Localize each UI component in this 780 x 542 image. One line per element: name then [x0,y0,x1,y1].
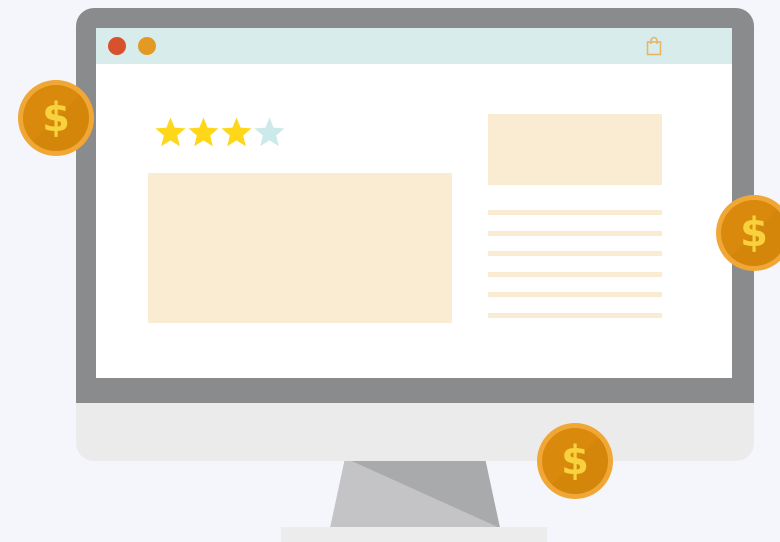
star-rating [154,116,286,152]
star-filled-icon [155,117,186,147]
product-image-placeholder [148,173,452,323]
star-filled-icon [188,117,219,147]
star-empty-icon [254,117,285,147]
shopping-bag-icon[interactable] [646,36,662,56]
browser-window [96,28,732,378]
coin-symbol: $ [740,210,768,256]
description-line [488,251,662,256]
description-line [488,292,662,297]
window-close-dot[interactable] [108,37,126,55]
browser-titlebar [96,28,732,64]
coin-symbol: $ [42,95,70,141]
monitor-chin [76,403,754,461]
description-line [488,230,662,236]
coin-symbol: $ [561,438,589,484]
window-minimize-dot[interactable] [138,37,156,55]
monitor-illustration: $ $ $ [0,0,780,542]
dollar-coin-icon: $ [537,423,613,499]
star-filled-icon [221,117,252,147]
monitor-stand-base [281,527,547,542]
description-line [488,312,662,318]
dollar-coin-icon: $ [716,195,780,271]
dollar-coin-icon: $ [18,80,94,156]
description-line [488,271,662,277]
description-line [488,210,662,215]
product-thumbnail-placeholder [488,114,662,185]
